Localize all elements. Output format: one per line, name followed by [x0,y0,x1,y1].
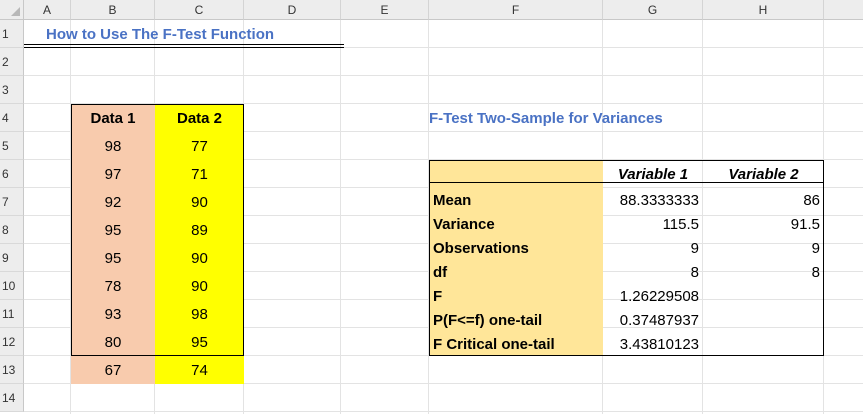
row-header-9[interactable]: 9 [0,244,24,272]
data1-cell[interactable]: 92 [71,188,155,216]
ftest-header-var1[interactable]: Variable 1 [603,160,703,188]
row-header-1[interactable]: 1 [0,20,24,48]
data2-cell[interactable]: 90 [155,272,244,300]
data2-cell[interactable]: 71 [155,160,244,188]
column-header-a[interactable]: A [24,0,71,20]
data1-cell[interactable]: 98 [71,132,155,160]
ftest-var1-value[interactable]: 9 [603,236,703,260]
ftest-var1-value[interactable]: 88.3333333 [603,188,703,212]
ftest-title[interactable]: F-Test Two-Sample for Variances [425,104,755,132]
ftest-var2-value[interactable]: 9 [703,236,824,260]
data1-header[interactable]: Data 1 [71,104,155,132]
ftest-var1-value[interactable]: 0.37487937 [603,308,703,332]
ftest-header-var2[interactable]: Variable 2 [703,160,824,188]
ftest-header-rule [429,182,824,183]
data2-cell[interactable]: 90 [155,244,244,272]
ftest-var1-value[interactable]: 115.5 [603,212,703,236]
row-header-11[interactable]: 11 [0,300,24,328]
data1-cell[interactable]: 67 [71,356,155,384]
column-header-f[interactable]: F [429,0,603,20]
ftest-var1-value[interactable]: 1.26229508 [603,284,703,308]
column-header-b[interactable]: B [71,0,155,20]
data1-cell[interactable]: 80 [71,328,155,356]
data1-cell[interactable]: 97 [71,160,155,188]
row-header-12[interactable]: 12 [0,328,24,356]
ftest-row-label[interactable]: Mean [429,188,603,212]
ftest-row-label[interactable]: P(F<=f) one-tail [429,308,603,332]
ftest-row-label[interactable]: Variance [429,212,603,236]
column-header-c[interactable]: C [155,0,244,20]
column-header-d[interactable]: D [244,0,341,20]
ftest-var2-value[interactable] [703,308,824,332]
gridline [24,75,863,76]
row-header-13[interactable]: 13 [0,356,24,384]
row-header-5[interactable]: 5 [0,132,24,160]
column-header-g[interactable]: G [603,0,703,20]
ftest-row-label[interactable]: F [429,284,603,308]
ftest-header-label[interactable] [429,160,603,188]
row-header-3[interactable]: 3 [0,76,24,104]
ftest-row-label[interactable]: F Critical one-tail [429,332,603,356]
ftest-var1-value[interactable]: 3.43810123 [603,332,703,356]
row-header-14[interactable]: 14 [0,384,24,412]
data2-cell[interactable]: 98 [155,300,244,328]
row-header-4[interactable]: 4 [0,104,24,132]
title-underline [24,44,344,45]
ftest-var2-value[interactable]: 8 [703,260,824,284]
data1-cell[interactable]: 78 [71,272,155,300]
row-header-2[interactable]: 2 [0,48,24,76]
column-header-e[interactable]: E [341,0,429,20]
data2-cell[interactable]: 90 [155,188,244,216]
row-header-8[interactable]: 8 [0,216,24,244]
row-header-10[interactable]: 10 [0,272,24,300]
data2-cell[interactable]: 95 [155,328,244,356]
row-header-6[interactable]: 6 [0,160,24,188]
title-underline [24,47,344,48]
select-all-button[interactable] [0,0,24,20]
row-header-7[interactable]: 7 [0,188,24,216]
ftest-var1-value[interactable]: 8 [603,260,703,284]
spreadsheet: A B C D E F G H 1 2 3 4 5 6 7 8 9 10 11 … [0,0,863,414]
data1-cell[interactable]: 95 [71,216,155,244]
ftest-var2-value[interactable]: 91.5 [703,212,824,236]
column-header-partial[interactable] [824,0,863,20]
ftest-row-label[interactable]: Observations [429,236,603,260]
data2-header[interactable]: Data 2 [155,104,244,132]
data1-cell[interactable]: 95 [71,244,155,272]
ftest-var2-value[interactable] [703,332,824,356]
ftest-var2-value[interactable] [703,284,824,308]
column-header-h[interactable]: H [703,0,824,20]
data2-cell[interactable]: 77 [155,132,244,160]
gridline [24,411,863,412]
data1-cell[interactable]: 93 [71,300,155,328]
ftest-row-label[interactable]: df [429,260,603,284]
data2-cell[interactable]: 74 [155,356,244,384]
ftest-var2-value[interactable]: 86 [703,188,824,212]
data2-cell[interactable]: 89 [155,216,244,244]
